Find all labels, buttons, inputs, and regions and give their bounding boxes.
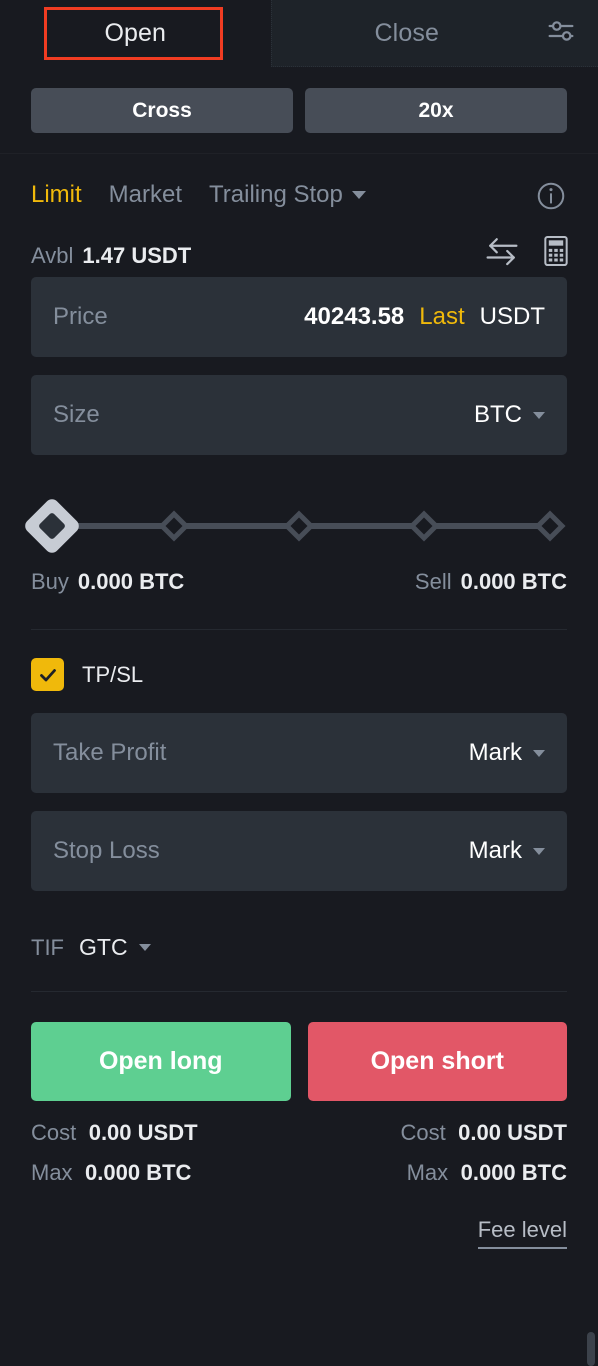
order-type-trailing-stop-label: Trailing Stop bbox=[209, 181, 343, 208]
swap-arrows-icon bbox=[485, 236, 519, 271]
price-value: 40243.58 bbox=[304, 303, 405, 330]
chevron-down-icon bbox=[533, 411, 545, 419]
chevron-down-icon bbox=[533, 847, 545, 855]
slider-handle[interactable] bbox=[22, 496, 82, 556]
scrollbar-thumb[interactable] bbox=[587, 1332, 595, 1366]
slider-tick-100[interactable] bbox=[534, 510, 566, 542]
price-input[interactable]: Price 40243.58 Last USDT bbox=[31, 277, 567, 357]
sell-value: 0.000 BTC bbox=[460, 569, 567, 594]
short-cost-label: Cost bbox=[400, 1120, 446, 1145]
short-max-line: Max 0.000 BTC bbox=[299, 1160, 567, 1186]
slider-tick-75[interactable] bbox=[408, 510, 440, 542]
price-mode-toggle[interactable]: Last bbox=[419, 303, 464, 331]
long-summary: Cost 0.00 USDT Max 0.000 BTC bbox=[31, 1120, 299, 1200]
tab-close-label: Close bbox=[374, 18, 439, 47]
settings-button[interactable] bbox=[538, 0, 584, 67]
long-cost-label: Cost bbox=[31, 1120, 77, 1145]
tif-selector[interactable]: GTC bbox=[79, 934, 151, 961]
price-unit: USDT bbox=[479, 303, 545, 330]
balance-tools bbox=[485, 235, 570, 272]
buy-label: Buy bbox=[31, 569, 69, 594]
long-cost-value: 0.00 USDT bbox=[88, 1120, 198, 1145]
short-max-label: Max bbox=[406, 1160, 449, 1185]
order-type-limit[interactable]: Limit bbox=[31, 181, 82, 209]
check-icon bbox=[39, 668, 56, 681]
size-unit-label: BTC bbox=[474, 401, 522, 428]
take-profit-reference-label: Mark bbox=[468, 739, 522, 766]
sell-quantity: Sell 0.000 BTC bbox=[415, 569, 567, 595]
take-profit-input[interactable]: Take Profit Mark bbox=[31, 713, 567, 793]
long-max-line: Max 0.000 BTC bbox=[31, 1160, 299, 1186]
stop-loss-input[interactable]: Stop Loss Mark bbox=[31, 811, 567, 891]
short-cost-value: 0.00 USDT bbox=[458, 1120, 567, 1145]
fee-level-link[interactable]: Fee level bbox=[477, 1217, 567, 1249]
size-percent-slider[interactable] bbox=[22, 496, 567, 556]
chevron-down-icon bbox=[351, 191, 366, 199]
calculator-button[interactable] bbox=[542, 235, 570, 272]
sell-label: Sell bbox=[414, 569, 452, 594]
time-in-force-row: TIF GTC bbox=[0, 909, 598, 961]
tpsl-checkbox[interactable] bbox=[31, 658, 64, 691]
order-type-trailing-stop[interactable]: Trailing Stop bbox=[209, 181, 366, 209]
long-cost-line: Cost 0.00 USDT bbox=[31, 1120, 299, 1146]
margin-mode-button[interactable]: Cross bbox=[31, 88, 293, 133]
order-summary: Cost 0.00 USDT Max 0.000 BTC Cost 0.00 U… bbox=[0, 1101, 598, 1200]
sliders-settings-icon bbox=[544, 14, 578, 53]
calculator-icon bbox=[542, 235, 570, 272]
short-max-value: 0.000 BTC bbox=[460, 1160, 567, 1185]
tif-value-label: GTC bbox=[79, 934, 128, 960]
take-profit-placeholder: Take Profit bbox=[53, 739, 167, 766]
chevron-down-icon bbox=[138, 944, 151, 951]
open-long-button[interactable]: Open long bbox=[31, 1022, 291, 1101]
stop-loss-placeholder: Stop Loss bbox=[53, 837, 160, 864]
chevron-down-icon bbox=[533, 749, 545, 757]
order-type-tabs: Limit Market Trailing Stop bbox=[0, 154, 598, 210]
slider-tick-50[interactable] bbox=[283, 510, 315, 542]
stop-loss-reference-label: Mark bbox=[468, 837, 522, 864]
buy-sell-quantity-row: Buy 0.000 BTC Sell 0.000 BTC bbox=[0, 549, 598, 595]
long-max-label: Max bbox=[31, 1160, 73, 1185]
long-max-value: 0.000 BTC bbox=[85, 1160, 192, 1185]
tab-open-label: Open bbox=[104, 19, 167, 47]
short-cost-line: Cost 0.00 USDT bbox=[299, 1120, 567, 1146]
size-unit-selector[interactable]: BTC bbox=[474, 401, 545, 429]
buy-quantity: Buy 0.000 BTC bbox=[31, 569, 184, 595]
price-input-placeholder: Price bbox=[53, 303, 108, 330]
transfer-swap-button[interactable] bbox=[485, 236, 519, 271]
tif-label: TIF bbox=[31, 934, 64, 960]
tpsl-label: TP/SL bbox=[82, 661, 144, 687]
stop-loss-reference-selector[interactable]: Mark bbox=[469, 837, 545, 865]
leverage-button[interactable]: 20x bbox=[305, 88, 567, 133]
margin-leverage-bar: Cross 20x bbox=[0, 67, 598, 154]
available-balance-row: Avbl 1.47 USDT bbox=[0, 209, 598, 275]
order-action-buttons: Open long Open short bbox=[0, 992, 598, 1101]
available-balance-label: Avbl bbox=[31, 243, 74, 268]
size-input-placeholder: Size bbox=[53, 401, 100, 428]
futures-order-panel: Open Close Cross 20x Limit Market Traili… bbox=[0, 0, 598, 1366]
fee-level-row: Fee level bbox=[0, 1200, 598, 1249]
size-input[interactable]: Size BTC bbox=[31, 375, 567, 455]
short-summary: Cost 0.00 USDT Max 0.000 BTC bbox=[299, 1120, 567, 1200]
position-direction-tabs: Open Close bbox=[0, 0, 598, 67]
order-type-market[interactable]: Market bbox=[109, 181, 182, 209]
take-profit-reference-selector[interactable]: Mark bbox=[469, 739, 545, 767]
available-balance-value: 1.47 USDT bbox=[82, 243, 192, 268]
tpsl-toggle[interactable]: TP/SL bbox=[0, 630, 598, 713]
buy-value: 0.000 BTC bbox=[77, 569, 185, 594]
tab-open[interactable]: Open bbox=[0, 0, 271, 67]
price-input-suffix: 40243.58 Last USDT bbox=[304, 303, 545, 331]
slider-tick-25[interactable] bbox=[158, 510, 190, 542]
open-short-button[interactable]: Open short bbox=[307, 1022, 567, 1101]
